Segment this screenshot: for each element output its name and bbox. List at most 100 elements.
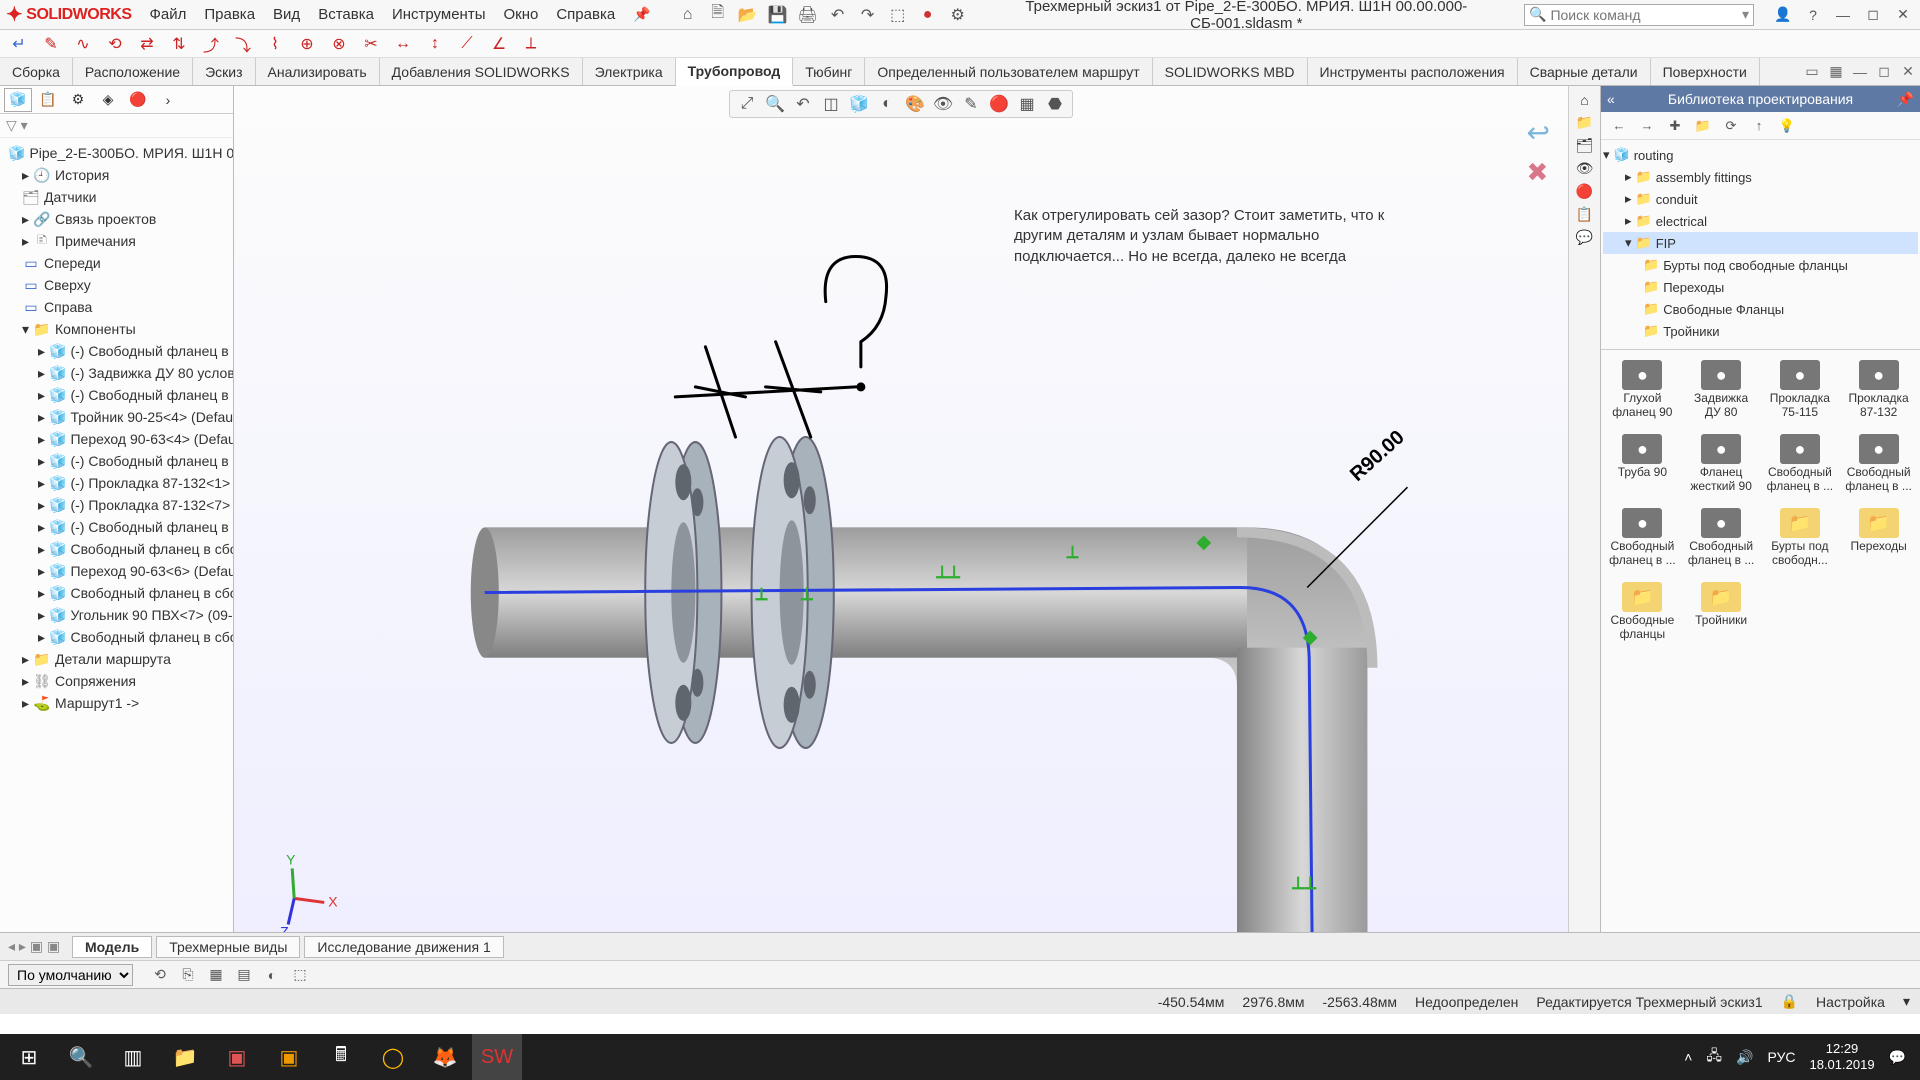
viewport-tile-icon[interactable]: ▭ (1800, 58, 1824, 85)
menu-file[interactable]: Файл (149, 6, 186, 23)
cfg-icon-4[interactable]: ▤ (233, 964, 255, 986)
open-icon[interactable]: 📂 (737, 4, 759, 26)
tree-component[interactable]: ▸ 🧊Угольник 90 ПВХ<7> (09-Уго (4, 604, 233, 626)
viewport-min-icon[interactable]: — (1848, 58, 1872, 85)
library-item[interactable]: ●Свободный фланец в ... (1684, 504, 1759, 574)
taskbar-explorer-icon[interactable]: 📁 (160, 1034, 210, 1080)
menu-tools[interactable]: Инструменты (392, 6, 486, 23)
library-item[interactable]: 📁Свободные фланцы (1605, 578, 1680, 648)
menu-insert[interactable]: Вставка (318, 6, 374, 23)
sketch-icon-4[interactable]: ⇄ (136, 33, 158, 55)
sketch-icon-3[interactable]: ⟲ (104, 33, 126, 55)
feature-tree[interactable]: 🧊Pipe_2-Е-300БО. МРИЯ. Ш1Н 00.00. ▸🕘Исто… (0, 138, 233, 980)
taskbar-solidworks-icon[interactable]: SW (472, 1034, 522, 1080)
hud-scene-icon[interactable]: 🎨 (904, 93, 926, 115)
rebuild-icon[interactable]: ● (917, 4, 939, 26)
lib-add-icon[interactable]: ✚ (1665, 116, 1685, 136)
library-item[interactable]: ●Прокладка 75-115 (1763, 356, 1838, 426)
taskpane-prop-icon[interactable]: 📋 (1576, 206, 1593, 223)
config-select[interactable]: По умолчанию (8, 964, 133, 986)
cfg-icon-1[interactable]: ⟲ (149, 964, 171, 986)
sketch-icon-10[interactable]: ⊗ (328, 33, 350, 55)
menu-view[interactable]: Вид (273, 6, 300, 23)
cfg-icon-5[interactable]: ◐ (261, 964, 283, 986)
library-item[interactable]: ●Труба 90 (1605, 430, 1680, 500)
tree-notes[interactable]: ▸🗈Примечания (4, 230, 233, 252)
sketch-icon-13[interactable]: ↕ (424, 33, 446, 55)
taskbar-firefox-icon[interactable]: 🦊 (420, 1034, 470, 1080)
home-icon[interactable]: ⌂ (677, 4, 699, 26)
tab-addins[interactable]: Добавления SOLIDWORKS (380, 58, 583, 85)
hud-orient-icon[interactable]: 🧊 (848, 93, 870, 115)
sketch-icon-9[interactable]: ⊕ (296, 33, 318, 55)
sketch-icon-5[interactable]: ⇅ (168, 33, 190, 55)
tab-mbd[interactable]: SOLIDWORKS MBD (1153, 58, 1308, 85)
fm-tab-display-icon[interactable]: ◈ (94, 88, 122, 112)
tree-component[interactable]: ▸ 🧊Свободный фланец в сборе (4, 582, 233, 604)
library-item[interactable]: ●Прокладка 87-132 (1841, 356, 1916, 426)
tree-component[interactable]: ▸ 🧊Свободный фланец в сборе (4, 538, 233, 560)
tree-component[interactable]: ▸ 🧊Переход 90-63<6> (Default< (4, 560, 233, 582)
tree-component[interactable]: ▸ 🧊(-) Свободный фланец в сбо (4, 384, 233, 406)
sketch-icon-2[interactable]: ∿ (72, 33, 94, 55)
taskbar-app2-icon[interactable]: ▣ (264, 1034, 314, 1080)
exit-sketch-icon[interactable]: ↵ (8, 33, 30, 55)
hud-section-icon[interactable]: ◫ (820, 93, 842, 115)
start-button[interactable]: ⊞ (4, 1034, 54, 1080)
tab-layouttools[interactable]: Инструменты расположения (1308, 58, 1518, 85)
tree-component[interactable]: ▸ 🧊(-) Задвижка ДУ 80 условно (4, 362, 233, 384)
pin-icon[interactable]: 📌 (633, 6, 650, 23)
lib-back-icon[interactable]: ← (1609, 116, 1629, 136)
tree-component[interactable]: ▸ 🧊(-) Прокладка 87-132<7> (П (4, 494, 233, 516)
hud-appear-icon[interactable]: 🔴 (988, 93, 1010, 115)
viewport-cascade-icon[interactable]: ▦ (1824, 58, 1848, 85)
tree-filter[interactable]: ▽ ▾ (0, 114, 233, 138)
library-items-grid[interactable]: ●Глухой фланец 90●Задвижка ДУ 80 условно… (1601, 350, 1920, 980)
select-icon[interactable]: ⬚ (887, 4, 909, 26)
hud-edit-icon[interactable]: ✎ (960, 93, 982, 115)
tree-component[interactable]: ▸ 🧊Свободный фланец в сборе (4, 626, 233, 648)
cfg-icon-6[interactable]: ⬚ (289, 964, 311, 986)
taskbar-search-icon[interactable]: 🔍 (56, 1034, 106, 1080)
hud-wrap-icon[interactable]: ▦ (1016, 93, 1038, 115)
lib-newfold-icon[interactable]: 📁 (1693, 116, 1713, 136)
fm-tab-appear-icon[interactable]: 🔴 (124, 88, 152, 112)
command-search-input[interactable] (1550, 7, 1738, 23)
cfg-icon-2[interactable]: ⎘ (177, 964, 199, 986)
undo-icon[interactable]: ↶ (827, 4, 849, 26)
3d-viewport[interactable]: ⤢ 🔍 ↶ ◫ 🧊 ◐ 🎨 👁 ✎ 🔴 ▦ ⬣ ↩ ✖ (234, 86, 1568, 980)
tree-component[interactable]: ▸ 🧊(-) Прокладка 87-132<1> (П (4, 472, 233, 494)
help-icon[interactable]: ? (1802, 4, 1824, 26)
tab-model[interactable]: Модель (72, 936, 152, 958)
task-view-icon[interactable]: ▥ (108, 1034, 158, 1080)
fm-tab-more-icon[interactable]: › (154, 88, 182, 112)
hud-zoomarea-icon[interactable]: 🔍 (764, 93, 786, 115)
tray-clock[interactable]: 12:29 18.01.2019 (1809, 1041, 1874, 1072)
tray-notifications-icon[interactable]: 💬 (1889, 1049, 1906, 1066)
tray-chevron-icon[interactable]: ˄ (1684, 1049, 1692, 1065)
fm-tab-prop-icon[interactable]: 📋 (34, 88, 62, 112)
tree-root[interactable]: 🧊Pipe_2-Е-300БО. МРИЯ. Ш1Н 00.00. (4, 142, 233, 164)
tab-motionstudy[interactable]: Исследование движения 1 (304, 936, 503, 958)
tree-refs[interactable]: ▸🔗Связь проектов (4, 208, 233, 230)
close-icon[interactable]: ✕ (1892, 4, 1914, 26)
tray-lang[interactable]: РУС (1767, 1049, 1795, 1065)
taskpane-forum-icon[interactable]: 💬 (1576, 229, 1593, 246)
tree-component[interactable]: ▸ 🧊(-) Свободный фланец в сбо (4, 340, 233, 362)
tab-tubing[interactable]: Тюбинг (793, 58, 865, 85)
tree-components[interactable]: ▾📁Компоненты (4, 318, 233, 340)
taskbar-calc-icon[interactable]: 🖩 (316, 1034, 366, 1080)
menu-help[interactable]: Справка (556, 6, 615, 23)
sketch-icon-16[interactable]: ⟂ (520, 33, 542, 55)
minimize-icon[interactable]: — (1832, 4, 1854, 26)
tab-userroute[interactable]: Определенный пользователем маршрут (865, 58, 1152, 85)
tray-network-icon[interactable]: 🖧 (1706, 1045, 1722, 1069)
tab-3dviews[interactable]: Трехмерные виды (156, 936, 300, 958)
sketch-icon-14[interactable]: ⟋ (456, 33, 478, 55)
lib-up-icon[interactable]: ↑ (1749, 116, 1769, 136)
library-item[interactable]: 📁Бурты под свободн... (1763, 504, 1838, 574)
menu-edit[interactable]: Правка (204, 6, 255, 23)
tree-history[interactable]: ▸🕘История (4, 164, 233, 186)
tab-sketch[interactable]: Эскиз (193, 58, 255, 85)
fm-tab-tree-icon[interactable]: 🧊 (4, 88, 32, 112)
